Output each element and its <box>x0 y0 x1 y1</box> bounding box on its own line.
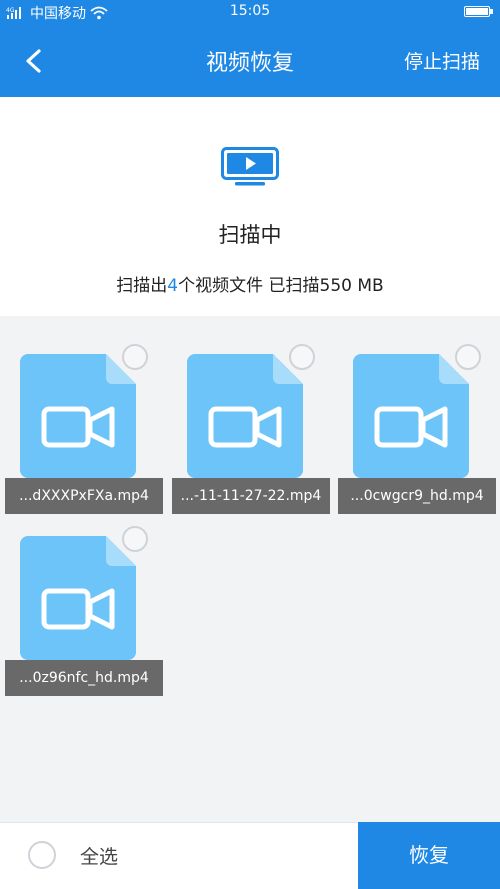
stop-scan-button[interactable]: 停止扫描 <box>404 47 480 74</box>
select-all-toggle[interactable]: 全选 <box>28 841 118 869</box>
status-time: 15:05 <box>229 3 271 19</box>
select-checkbox[interactable] <box>455 344 481 370</box>
video-file-icon <box>20 354 136 478</box>
battery-tip <box>490 9 493 14</box>
file-name: ...0z96nfc_hd.mp4 <box>5 660 163 696</box>
select-all-label: 全选 <box>80 845 119 868</box>
title-bar: 视频恢复 停止扫描 <box>0 24 500 97</box>
video-file-icon <box>353 354 469 478</box>
video-file-icon <box>187 354 303 478</box>
select-checkbox[interactable] <box>122 344 148 370</box>
scan-header: 扫描中 扫描出4个视频文件 已扫描550 MB <box>0 97 500 316</box>
recover-button[interactable]: 恢复 <box>358 822 500 889</box>
video-file-item[interactable]: ...dXXXPxFXa.mp4 <box>0 316 163 514</box>
file-name: ...0cwgcr9_hd.mp4 <box>338 478 496 514</box>
scan-status: 扫描中 <box>218 223 282 247</box>
video-file-item[interactable]: ...0cwgcr9_hd.mp4 <box>333 316 496 514</box>
video-file-grid: ...dXXXPxFXa.mp4 ...-11-11-27-22.mp4 ...… <box>0 316 500 822</box>
video-file-icon <box>20 536 136 660</box>
battery-icon <box>464 6 490 17</box>
bottom-bar: 全选 恢复 <box>0 822 500 889</box>
video-file-item[interactable]: ...-11-11-27-22.mp4 <box>167 316 330 514</box>
video-monitor-icon <box>221 147 279 186</box>
select-checkbox[interactable] <box>122 526 148 552</box>
video-count: 4 <box>167 276 179 296</box>
video-file-item[interactable]: ...0z96nfc_hd.mp4 <box>0 498 163 696</box>
status-bar: 4G 中国移动 15:05 <box>0 0 500 24</box>
summary-prefix: 扫描出 <box>116 276 168 296</box>
summary-suffix: 个视频文件 已扫描550 MB <box>178 276 384 296</box>
select-checkbox[interactable] <box>289 344 315 370</box>
scan-summary: 扫描出4个视频文件 已扫描550 MB <box>0 271 500 296</box>
select-all-checkbox[interactable] <box>28 841 56 869</box>
file-name: ...-11-11-27-22.mp4 <box>172 478 330 514</box>
